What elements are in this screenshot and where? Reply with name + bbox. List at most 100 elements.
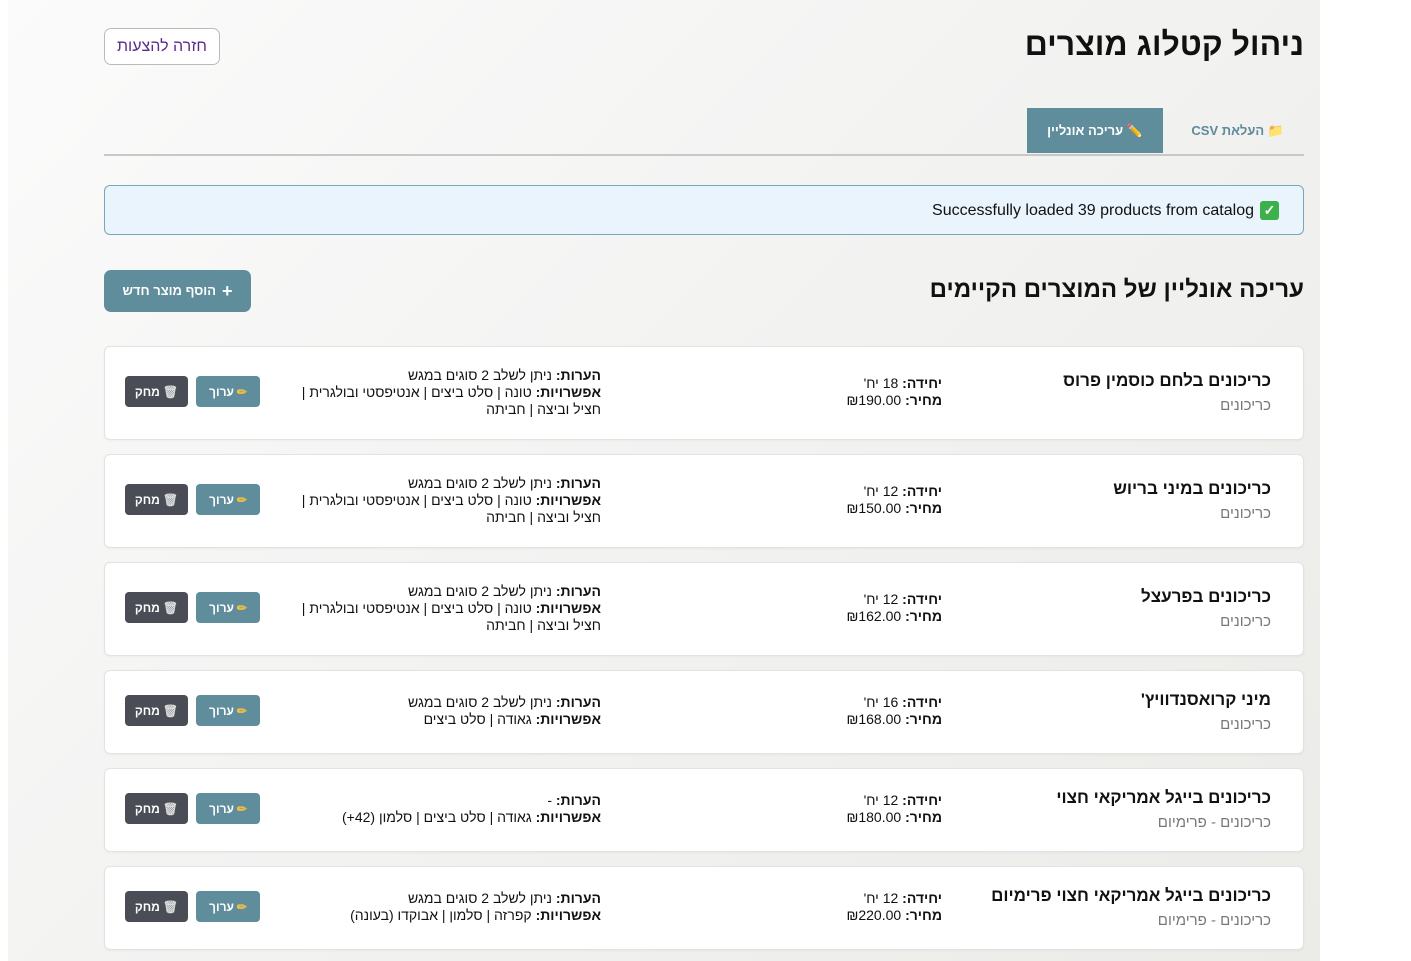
options-label: אפשרויות: [535, 384, 601, 400]
options-label: אפשרויות: [535, 809, 601, 825]
edit-button[interactable]: ✏ערוך [196, 484, 260, 515]
price-row: מחיר: ₪168.00 [742, 711, 942, 728]
page-background: ניהול קטלוג מוצרים חזרה להצעות 📁 העלאת C… [8, 0, 1320, 961]
product-category: כריכונים [1220, 716, 1271, 733]
notes-label: הערות: [555, 367, 601, 383]
product-price: ₪162.00 [846, 608, 902, 624]
product-card: כריכונים במיני בריוש כריכונים יחידה: 12 יח… [104, 454, 1304, 548]
add-product-label: הוסף מוצר חדש [122, 282, 217, 298]
delete-label: מחק [134, 703, 160, 718]
product-category: כריכונים [1220, 505, 1271, 522]
check-icon: ✓ [1260, 201, 1279, 221]
product-info: מיני קרואסנדוויץ' כריכונים [971, 690, 1271, 733]
product-pricing: יחידה: 12 יח' מחיר: ₪162.00 [742, 591, 942, 625]
success-alert: ✓ Successfully loaded 39 products from ca… [104, 185, 1304, 235]
section-title: עריכה אונליין של המוצרים הקיימים [929, 276, 1304, 303]
trash-icon: 🗑 [162, 703, 179, 718]
edit-button[interactable]: ✏ערוך [196, 793, 260, 824]
unit-label: יחידה: [902, 792, 942, 808]
unit-label: יחידה: [902, 890, 942, 906]
delete-label: מחק [134, 801, 160, 816]
price-row: מחיר: ₪180.00 [742, 809, 942, 826]
price-row: מחיר: ₪150.00 [742, 500, 942, 517]
product-options: גאודה | סלט ביצים [423, 711, 532, 727]
edit-button[interactable]: ✏ערוך [196, 695, 260, 726]
alert-message: Successfully loaded 39 products from cat… [932, 202, 1254, 219]
edit-button[interactable]: ✏ערוך [196, 376, 260, 407]
back-to-quotes-button[interactable]: חזרה להצעות [104, 28, 220, 65]
price-row: מחיר: ₪162.00 [742, 608, 942, 625]
edit-label: ערוך [209, 384, 234, 399]
product-name: מיני קרואסנדוויץ' [1140, 690, 1271, 709]
trash-icon: 🗑 [162, 600, 179, 615]
header: ניהול קטלוג מוצרים חזרה להצעות [104, 0, 1304, 100]
product-details: הערות: ניתן לשלב 2 סוגים במגש אפשרויות: ט… [301, 583, 601, 634]
product-notes: ניתן לשלב 2 סוגים במגש [408, 890, 552, 906]
product-name: כריכונים בפרעצל [1141, 587, 1271, 606]
delete-label: מחק [134, 384, 160, 399]
unit-label: יחידה: [902, 483, 942, 499]
delete-label: מחק [134, 899, 160, 914]
delete-button[interactable]: 🗑מחק [125, 695, 188, 726]
product-category: כריכונים - פרימיום [1157, 814, 1271, 831]
options-label: אפשרויות: [535, 492, 601, 508]
options-row: אפשרויות: קפרזה | סלמון | אבוקדו (בעונה) [301, 907, 601, 924]
pencil-icon: ✏ [236, 492, 247, 507]
price-label: מחיר: [905, 500, 942, 516]
notes-row: הערות: - [301, 792, 601, 809]
notes-row: הערות: ניתן לשלב 2 סוגים במגש [301, 890, 601, 907]
tab-csv-upload[interactable]: 📁 העלאת CSV [1171, 108, 1304, 153]
unit-row: יחידה: 12 יח' [742, 483, 942, 500]
delete-button[interactable]: 🗑מחק [125, 793, 188, 824]
price-label: מחיר: [905, 711, 942, 727]
edit-button[interactable]: ✏ערוך [196, 592, 260, 623]
product-info: כריכונים בלחם כוסמין פרוס כריכונים [971, 371, 1271, 414]
price-label: מחיר: [905, 608, 942, 624]
product-details: הערות: ניתן לשלב 2 סוגים במגש אפשרויות: ט… [301, 367, 601, 418]
product-details: הערות: - אפשרויות: גאודה | סלט ביצים | סל… [301, 792, 601, 826]
tab-online-edit[interactable]: ✏️ עריכה אונליין [1027, 108, 1163, 153]
trash-icon: 🗑 [162, 801, 179, 816]
product-info: כריכונים בייגל אמריקאי חצוי כריכונים - פר… [971, 788, 1271, 831]
delete-button[interactable]: 🗑מחק [125, 592, 188, 623]
product-pricing: יחידה: 12 יח' מחיר: ₪150.00 [742, 483, 942, 517]
product-price: ₪180.00 [846, 809, 902, 825]
notes-label: הערות: [555, 583, 601, 599]
notes-row: הערות: ניתן לשלב 2 סוגים במגש [301, 583, 601, 600]
price-row: מחיר: ₪220.00 [742, 907, 942, 924]
delete-button[interactable]: 🗑מחק [125, 376, 188, 407]
product-price: ₪220.00 [846, 907, 902, 923]
price-row: מחיר: ₪190.00 [742, 392, 942, 409]
unit-label: יחידה: [902, 694, 942, 710]
pencil-icon: ✏ [236, 703, 247, 718]
product-details: הערות: ניתן לשלב 2 סוגים במגש אפשרויות: ק… [301, 890, 601, 924]
product-details: הערות: ניתן לשלב 2 סוגים במגש אפשרויות: ט… [301, 475, 601, 526]
edit-button[interactable]: ✏ערוך [196, 891, 260, 922]
product-notes: ניתן לשלב 2 סוגים במגש [408, 475, 552, 491]
edit-label: ערוך [209, 600, 234, 615]
tab-bar: 📁 העלאת CSV ✏️ עריכה אונליין [104, 108, 1304, 156]
product-options: קפרזה | סלמון | אבוקדו (בעונה) [350, 907, 532, 923]
price-label: מחיר: [905, 809, 942, 825]
product-name: כריכונים בייגל אמריקאי חצוי פרימיום [991, 886, 1271, 905]
product-card: מיני קרואסנדוויץ' כריכונים יחידה: 16 יח' מח… [104, 670, 1304, 754]
trash-icon: 🗑 [162, 492, 179, 507]
options-label: אפשרויות: [535, 711, 601, 727]
product-options: גאודה | סלט ביצים | סלמון (42+) [342, 809, 532, 825]
options-row: אפשרויות: גאודה | סלט ביצים [301, 711, 601, 728]
product-notes: ניתן לשלב 2 סוגים במגש [408, 583, 552, 599]
product-unit: 18 יח' [863, 375, 899, 391]
options-label: אפשרויות: [535, 907, 601, 923]
unit-label: יחידה: [902, 375, 942, 391]
product-name: כריכונים בלחם כוסמין פרוס [1063, 371, 1271, 390]
product-pricing: יחידה: 12 יח' מחיר: ₪180.00 [742, 792, 942, 826]
options-label: אפשרויות: [535, 600, 601, 616]
notes-row: הערות: ניתן לשלב 2 סוגים במגש [301, 367, 601, 384]
add-product-button[interactable]: + הוסף מוצר חדש [104, 270, 251, 312]
delete-button[interactable]: 🗑מחק [125, 891, 188, 922]
product-unit: 16 יח' [863, 694, 899, 710]
product-category: כריכונים [1220, 613, 1271, 630]
product-pricing: יחידה: 16 יח' מחיר: ₪168.00 [742, 694, 942, 728]
delete-button[interactable]: 🗑מחק [125, 484, 188, 515]
product-unit: 12 יח' [863, 792, 899, 808]
